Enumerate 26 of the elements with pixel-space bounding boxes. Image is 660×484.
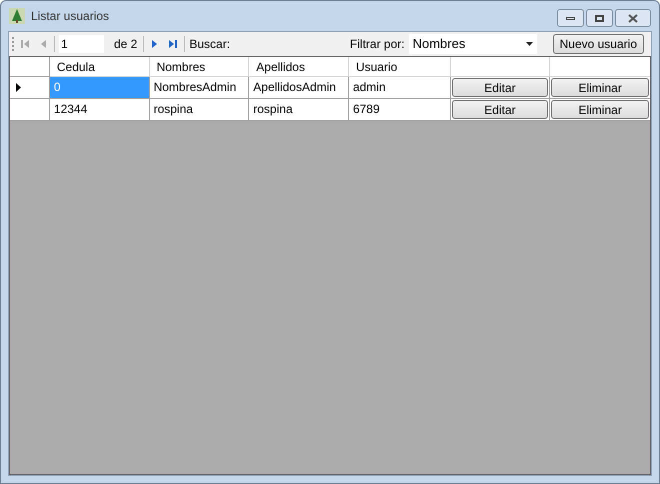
table-cell: ApellidosAdmin [249,77,349,98]
delete-button[interactable]: Eliminar [551,78,649,97]
maximize-button[interactable] [586,9,613,27]
table-cell: admin [348,77,451,98]
new-user-button[interactable]: Nuevo usuario [552,34,644,54]
table-cell: 12344 [50,99,150,120]
tree-icon [9,8,25,24]
table-cell: 0 [50,77,150,98]
window-title: Listar usuarios [31,8,110,25]
filter-label: Filtrar por: [350,36,405,53]
edit-button[interactable]: Editar [452,78,548,97]
delete-button[interactable]: Eliminar [551,100,649,119]
table-cell: rospina [249,99,349,120]
position-field[interactable]: 1 [59,35,104,53]
table-cell: 6789 [348,99,451,120]
close-icon [628,14,638,22]
table-cell: NombresAdmin [150,77,250,98]
current-row-icon [16,83,21,92]
dropdown-arrow-icon [526,42,533,46]
table-cell: rospina [150,99,250,120]
filter-dropdown[interactable]: Nombres [408,34,537,54]
close-button[interactable] [615,9,651,27]
search-label: Buscar: [189,36,230,53]
edit-button[interactable]: Editar [452,100,548,119]
minimize-button[interactable] [557,9,584,27]
page-count-text: de 2 [113,36,138,53]
